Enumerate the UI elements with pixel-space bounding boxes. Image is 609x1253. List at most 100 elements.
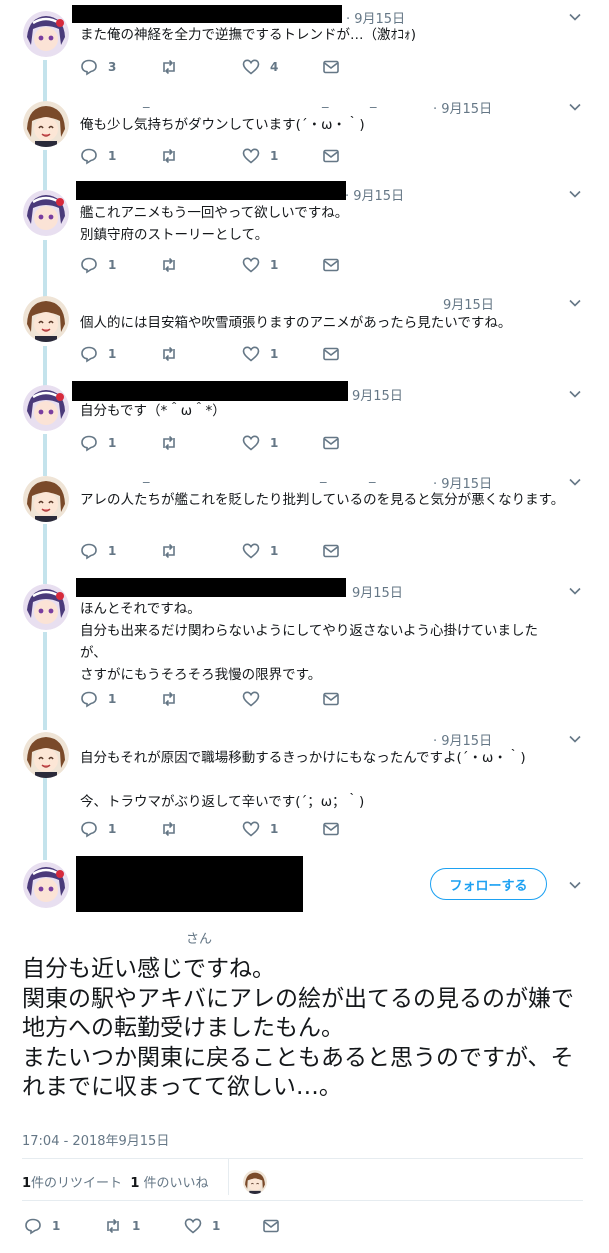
like-button[interactable]: 1 [184,1217,220,1235]
retweet-button[interactable] [160,256,188,274]
retweet-button[interactable] [160,542,188,560]
like-count: 1 [270,436,279,450]
user-avatar[interactable] [23,101,69,147]
user-avatar[interactable] [23,476,69,522]
reply-button[interactable]: 1 [80,434,116,452]
follow-button[interactable]: フォローする [430,868,547,900]
tweet-text: 自分もです（*＾ω＾*） [80,403,226,419]
message-button[interactable] [322,542,340,560]
reply-button[interactable]: 3 [80,58,116,76]
liker-avatar[interactable] [243,1170,267,1194]
retweet-button[interactable] [160,434,188,452]
like-button[interactable]: 1 [242,542,278,560]
chevron-down-icon[interactable] [567,877,583,893]
reply-count: 1 [108,692,117,706]
tweet-text: ほんとそれですね。 自分も出来るだけ関わらないようにしてやり返さないよう心掛けて… [80,601,539,683]
reply-tweet[interactable]: · 9月15日 自分もそれが原因で職場移動するきっかけにもなったんですよ(´・ω… [0,726,609,854]
tweet-text: また俺の神経を全力で逆撫でするトレンドが…（激ｵｺｫ) [80,27,417,43]
reply-tweet[interactable]: 9月15日 自分もです（*＾ω＾*） 1 1 [0,380,609,470]
like-button[interactable]: 1 [242,147,278,165]
retweet-icon [163,543,175,559]
reply-tweet[interactable]: · 9月15日 艦これアニメもう一回やって欲しいですね。 別鎮守府のストーリーと… [0,180,609,290]
chevron-down-icon[interactable] [567,583,583,599]
retweet-stat-label: 件のリツイート [31,1176,123,1191]
like-button[interactable]: 4 [242,58,278,76]
engagement-stats: 1件のリツイート 1 件のいいね [22,1172,209,1191]
like-button[interactable]: 1 [242,434,278,452]
message-button[interactable] [322,147,340,165]
reply-count: 1 [108,544,117,558]
reply-button[interactable]: 1 [80,820,116,838]
user-avatar[interactable] [23,190,69,236]
retweet-button[interactable] [160,58,188,76]
reply-tweet[interactable]: 9月15日 ほんとそれですね。 自分も出来るだけ関わらないようにしてやり返さない… [0,578,609,726]
reply-count: 3 [108,60,117,74]
retweet-button[interactable] [160,147,188,165]
redacted-mark: _ [369,469,376,484]
heart-icon [242,148,260,164]
envelope-icon [323,347,339,361]
main-user-avatar[interactable] [23,862,69,908]
main-timestamp[interactable]: 17:04 - 2018年9月15日 [22,1130,169,1149]
reply-tweet[interactable]: · 9月15日 また俺の神経を全力で逆撫でするトレンドが…（激ｵｺｫ) 3 4 [0,0,609,90]
message-button[interactable] [322,820,340,838]
user-avatar[interactable] [23,385,69,431]
divider [228,1159,229,1195]
retweet-button[interactable]: 1 [104,1217,140,1235]
divider [22,1158,583,1159]
like-button[interactable] [242,690,270,708]
heart-icon [242,435,260,451]
user-avatar[interactable] [23,296,69,342]
user-avatar[interactable] [23,732,69,778]
reply-tweet[interactable]: _ _ _ · 9月15日 アレの人たちが艦これを貶したり批判しているのを見ると… [0,470,609,578]
reply-button[interactable]: 1 [80,542,116,560]
like-count: 1 [270,149,279,163]
user-avatar[interactable] [23,11,69,57]
chevron-down-icon[interactable] [567,99,583,115]
message-button[interactable] [322,58,340,76]
redacted-mark: _ [322,94,329,109]
message-button[interactable] [322,434,340,452]
envelope-icon [323,258,339,272]
reply-icon [81,148,97,165]
retweet-button[interactable] [160,690,188,708]
chevron-down-icon[interactable] [567,186,583,202]
like-button[interactable]: 1 [242,256,278,274]
tweet-text: アレの人たちが艦これを貶したり批判しているのを見ると気分が悪くなります。 [80,492,565,508]
reply-button[interactable]: 1 [24,1217,60,1235]
user-avatar[interactable] [23,584,69,630]
redacted-mark: _ [143,94,150,109]
message-button[interactable] [322,345,340,363]
envelope-icon [323,60,339,74]
reply-button[interactable]: 1 [80,690,116,708]
heart-icon [242,59,260,75]
reply-tweet[interactable]: _ _ _ · 9月15日 俺も少し気持ちがダウンしています(´・ω・｀) 1 … [0,90,609,180]
chevron-down-icon[interactable] [567,731,583,747]
like-stat-label: 件のいいね [139,1176,209,1191]
reply-tweet[interactable]: 9月15日 個人的には目安箱や吹雪頑張りますのアニメがあったら見たいですね。 1… [0,290,609,380]
reply-button[interactable]: 1 [80,345,116,363]
redacted-mark: _ [320,469,327,484]
message-button[interactable] [262,1217,280,1235]
tweet-text: 俺も少し気持ちがダウンしています(´・ω・｀) [80,117,365,133]
message-button[interactable] [322,690,340,708]
retweet-stat[interactable]: 1件のリツイート [22,1176,122,1191]
chevron-down-icon[interactable] [567,9,583,25]
chevron-down-icon[interactable] [567,295,583,311]
reply-count: 1 [108,258,117,272]
chevron-down-icon[interactable] [567,474,583,490]
retweet-button[interactable] [160,820,188,838]
tweet-date[interactable]: 9月15日 [443,294,494,313]
reply-button[interactable]: 1 [80,147,116,165]
retweet-icon [163,59,175,75]
reply-icon [25,1218,41,1235]
message-button[interactable] [322,256,340,274]
reply-button[interactable]: 1 [80,256,116,274]
retweet-icon [163,257,175,273]
like-count: 1 [270,822,279,836]
envelope-icon [323,822,339,836]
retweet-button[interactable] [160,345,188,363]
like-stat[interactable]: 1 件のいいね [130,1176,208,1191]
like-button[interactable]: 1 [242,345,278,363]
like-button[interactable]: 1 [242,820,278,838]
